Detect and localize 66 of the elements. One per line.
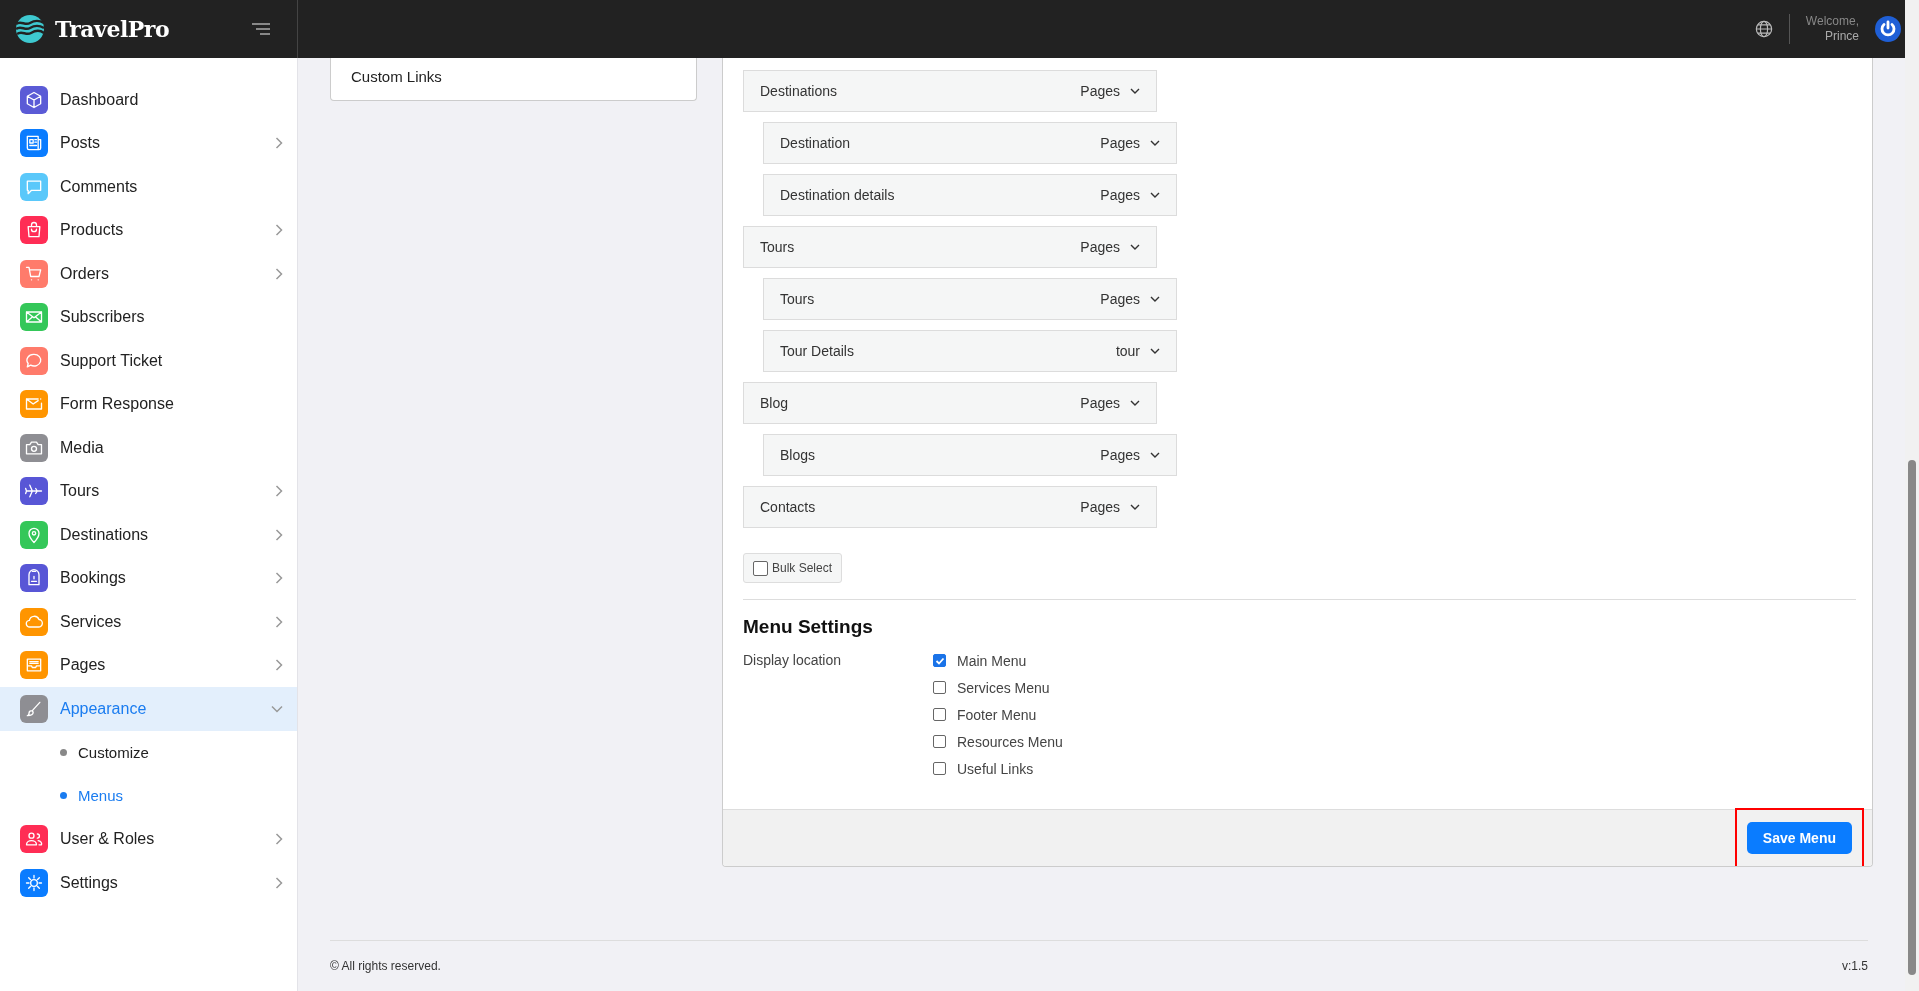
chevron-down-icon xyxy=(1150,295,1160,303)
sidebar-item[interactable]: Appearance xyxy=(0,687,297,731)
sidebar-item[interactable]: Form Response xyxy=(0,382,297,426)
user-name: Prince xyxy=(1825,29,1859,44)
sidebar-item[interactable]: Dashboard xyxy=(0,78,297,122)
sidebar-item[interactable]: Pages xyxy=(0,643,297,687)
bullet-icon xyxy=(60,748,67,756)
field-label: Display location xyxy=(743,652,843,670)
chevron-down-icon xyxy=(1150,347,1160,355)
brand-name: TravelPro xyxy=(55,16,170,42)
menu-item[interactable]: Blogs Pages xyxy=(763,434,1177,476)
checkbox-label: Main Menu xyxy=(957,652,1027,669)
checkbox-label: Resources Menu xyxy=(957,733,1063,750)
sidebar-item[interactable]: Support Ticket xyxy=(0,339,297,383)
globe-icon[interactable] xyxy=(1754,20,1773,38)
sidebar-item[interactable]: Subscribers xyxy=(0,295,297,339)
submenu-item[interactable]: Customize xyxy=(0,730,297,774)
welcome-text: Welcome, xyxy=(1805,14,1859,29)
checkbox[interactable] xyxy=(933,708,946,721)
chevron-down-icon xyxy=(1130,503,1140,511)
save-menu-button[interactable]: Save Menu xyxy=(1746,822,1852,854)
power-avatar-icon[interactable] xyxy=(1875,16,1901,42)
version-text: v:1.5 xyxy=(1842,959,1868,973)
menu-item[interactable]: Tours Pages xyxy=(763,278,1177,320)
checkbox-label: Services Menu xyxy=(957,679,1050,696)
checkbox-label: Useful Links xyxy=(957,760,1034,777)
chevron-down-icon xyxy=(1150,191,1160,199)
section-heading: Menu Settings xyxy=(743,616,874,638)
sidebar-item[interactable]: Media xyxy=(0,426,297,470)
checkbox-label: Footer Menu xyxy=(957,706,1037,723)
checkbox[interactable] xyxy=(933,654,946,667)
checkbox[interactable] xyxy=(933,735,946,748)
menu-item[interactable]: Tours Pages xyxy=(743,226,1157,268)
menu-item[interactable]: Contacts Pages xyxy=(743,486,1157,528)
menu-item[interactable]: Tour Details tour xyxy=(763,330,1177,372)
sidebar-item[interactable]: Destinations xyxy=(0,513,297,557)
sidebar-item[interactable]: Tours xyxy=(0,469,297,513)
menu-toggle-icon[interactable] xyxy=(252,23,270,35)
scrollbar-thumb[interactable] xyxy=(1908,460,1916,975)
sidebar-item[interactable]: Settings xyxy=(0,861,297,905)
sidebar-item[interactable]: Posts xyxy=(0,121,297,165)
chevron-down-icon xyxy=(1150,139,1160,147)
sidebar-item[interactable]: Products xyxy=(0,208,297,252)
copyright-text: © All rights reserved. xyxy=(330,959,441,973)
chevron-down-icon xyxy=(1130,399,1140,407)
chevron-down-icon xyxy=(1130,243,1140,251)
card-title[interactable]: Custom Links xyxy=(351,68,442,85)
sidebar-item[interactable]: Orders xyxy=(0,252,297,296)
sidebar-item[interactable]: Comments xyxy=(0,165,297,209)
menu-item[interactable]: Destination details Pages xyxy=(763,174,1177,216)
chevron-down-icon xyxy=(1130,87,1140,95)
submenu-item[interactable]: Menus xyxy=(0,774,297,818)
checkbox[interactable] xyxy=(933,762,946,775)
sidebar-item[interactable]: Bookings xyxy=(0,556,297,600)
bullet-icon xyxy=(60,792,67,800)
sidebar-item[interactable]: Services xyxy=(0,600,297,644)
chevron-down-icon xyxy=(1150,451,1160,459)
waves-logo-icon xyxy=(15,14,45,44)
menu-item[interactable]: Destinations Pages xyxy=(743,70,1157,112)
checkbox[interactable] xyxy=(753,560,768,576)
menu-item[interactable]: Blog Pages xyxy=(743,382,1157,424)
sidebar-item[interactable]: User & Roles xyxy=(0,817,297,861)
menu-item[interactable]: Destination Pages xyxy=(763,122,1177,164)
checkbox[interactable] xyxy=(933,681,946,694)
bulk-select-button[interactable]: Bulk Select xyxy=(743,553,843,583)
scrollbar[interactable] xyxy=(1905,0,1919,991)
